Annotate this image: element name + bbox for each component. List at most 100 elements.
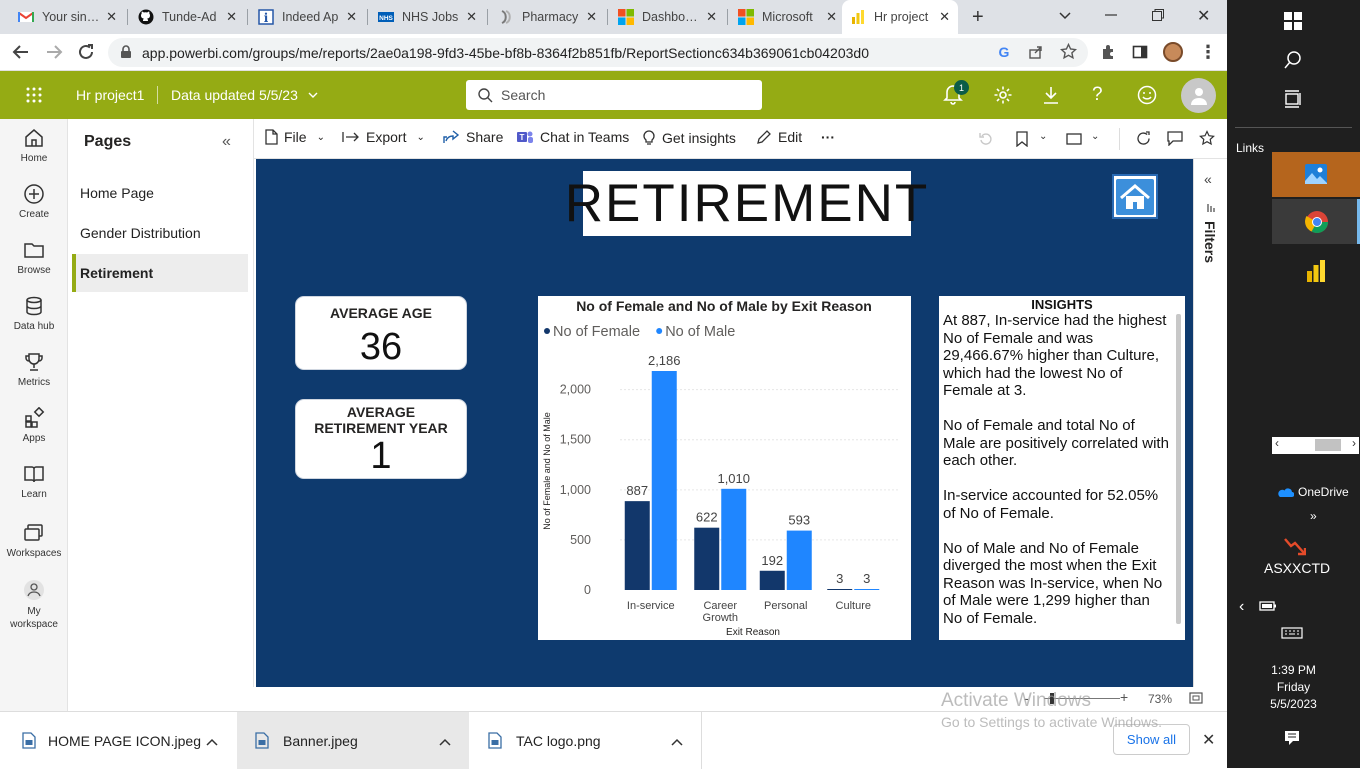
download-icon[interactable] [1042, 85, 1060, 108]
browser-tab-microsoft[interactable]: Microsoft ✕ [730, 0, 845, 34]
tray-expand-icon[interactable]: ‹ [1239, 598, 1244, 616]
close-icon[interactable]: ✕ [939, 9, 950, 25]
bookmark-star-icon[interactable] [1059, 42, 1078, 63]
chevron-double-down-icon[interactable]: » [1310, 509, 1317, 523]
insights-scrollbar[interactable] [1176, 314, 1181, 624]
browser-menu-icon[interactable]: ⋮ [1199, 42, 1217, 63]
taskbar-app-photos[interactable] [1272, 152, 1360, 197]
taskbar-clock[interactable]: 1:39 PM Friday 5/5/2023 [1227, 662, 1360, 713]
windows-search-icon[interactable] [1284, 51, 1302, 72]
minimize-icon[interactable] [1104, 8, 1118, 25]
url-field[interactable]: app.powerbi.com/groups/me/reports/2ae0a1… [108, 38, 1088, 67]
get-insights-button[interactable]: Get insights [642, 129, 736, 146]
lock-icon[interactable] [120, 45, 132, 62]
battery-icon[interactable] [1259, 600, 1277, 615]
close-icon[interactable]: ✕ [586, 9, 597, 25]
app-launcher-icon[interactable] [25, 86, 43, 107]
share-button[interactable]: Share [442, 129, 503, 145]
page-item-gender-distribution[interactable]: Gender Distribution [72, 214, 248, 252]
file-menu[interactable]: File ⌄ [264, 129, 325, 145]
chevron-up-icon[interactable] [206, 733, 218, 749]
back-icon[interactable] [12, 43, 30, 64]
chat-in-teams-button[interactable]: T Chat in Teams [516, 129, 629, 145]
reload-icon[interactable] [77, 43, 95, 64]
download-item[interactable]: HOME PAGE ICON.jpeg [0, 712, 236, 769]
forward-icon[interactable] [45, 43, 63, 64]
bookmark-icon[interactable] [1016, 131, 1028, 150]
scroll-thumb[interactable] [1315, 439, 1341, 451]
tab-search-icon[interactable] [1058, 8, 1072, 25]
home-page-button[interactable] [1112, 174, 1158, 219]
action-center-icon[interactable] [1284, 730, 1300, 749]
download-item[interactable]: TAC logo.png [470, 712, 702, 769]
browser-tab-gmail[interactable]: Your single ✕ [10, 0, 125, 34]
share-page-icon[interactable] [1028, 44, 1044, 63]
nav-data-hub[interactable]: Data hub [0, 295, 68, 332]
report-name[interactable]: Hr project1 [76, 87, 144, 103]
restore-icon[interactable] [1151, 8, 1165, 25]
close-icon[interactable]: ✕ [226, 9, 237, 25]
reset-icon[interactable] [979, 132, 993, 149]
nav-my-workspace[interactable]: My workspace [0, 579, 68, 631]
nav-workspaces[interactable]: Workspaces [0, 522, 68, 559]
onedrive-tray[interactable]: OneDrive [1276, 485, 1349, 499]
settings-gear-icon[interactable] [993, 85, 1013, 108]
taskbar-app-powerbi[interactable] [1306, 259, 1326, 286]
comment-icon[interactable] [1167, 131, 1183, 149]
sidepanel-icon[interactable] [1132, 44, 1148, 63]
close-icon[interactable]: ✕ [706, 9, 717, 25]
favorite-star-icon[interactable] [1199, 130, 1215, 149]
chevron-up-icon[interactable] [439, 733, 451, 749]
export-menu[interactable]: Export ⌄ [342, 129, 425, 145]
nav-create[interactable]: Create [0, 183, 68, 220]
search-input[interactable]: Search [466, 80, 762, 110]
nav-metrics[interactable]: Metrics [0, 351, 68, 388]
refresh-icon[interactable] [1136, 131, 1151, 149]
close-icon[interactable]: ✕ [466, 9, 477, 25]
stock-ticker[interactable]: ASXXCTD [1264, 560, 1330, 576]
feedback-smiley-icon[interactable] [1137, 85, 1157, 108]
expand-filters-icon[interactable]: « [1204, 171, 1212, 187]
fit-page-icon[interactable] [1189, 692, 1203, 707]
help-icon[interactable]: ? [1092, 84, 1103, 106]
close-icon[interactable]: ✕ [826, 9, 837, 25]
chevron-up-icon[interactable] [671, 733, 683, 749]
nav-browse[interactable]: Browse [0, 239, 68, 276]
extensions-icon[interactable] [1100, 43, 1117, 63]
browser-tab-nhs[interactable]: NHS NHS Jobs ✕ [370, 0, 485, 34]
exit-reason-chart[interactable]: No of Female and No of Male by Exit Reas… [538, 296, 911, 640]
browser-tab-indeed[interactable]: i Indeed Ap ✕ [250, 0, 365, 34]
chevron-down-icon[interactable]: ⌄ [1039, 131, 1047, 142]
collapse-pages-icon[interactable]: « [222, 133, 231, 151]
links-scrollbar[interactable]: ‹ › [1272, 436, 1359, 454]
taskbar-app-chrome[interactable] [1272, 199, 1360, 244]
scroll-right-icon[interactable]: › [1352, 436, 1356, 450]
close-download-bar-icon[interactable]: ✕ [1202, 730, 1215, 750]
task-view-icon[interactable] [1284, 90, 1302, 111]
page-item-retirement[interactable]: Retirement [72, 254, 248, 292]
data-updated-dropdown[interactable]: Data updated 5/5/23 [171, 87, 318, 103]
edit-button[interactable]: Edit [756, 129, 802, 145]
chevron-down-icon[interactable]: ⌄ [1091, 131, 1099, 142]
page-item-home[interactable]: Home Page [72, 174, 248, 212]
filters-pane[interactable]: « Filters [1193, 159, 1227, 687]
close-icon[interactable]: ✕ [346, 9, 357, 25]
windows-start-icon[interactable] [1284, 12, 1302, 33]
browser-tab-github[interactable]: Tunde-Ad ✕ [130, 0, 245, 34]
more-options-button[interactable]: ··· [821, 129, 835, 145]
nav-learn[interactable]: Learn [0, 463, 68, 500]
google-icon[interactable]: G [996, 44, 1012, 63]
browser-tab-pharmacy[interactable]: Pharmacy ✕ [490, 0, 605, 34]
download-item[interactable]: Banner.jpeg [237, 712, 469, 769]
user-avatar[interactable] [1181, 78, 1216, 113]
browser-tab-dashboard[interactable]: Dashboard ✕ [610, 0, 725, 34]
view-icon[interactable] [1066, 133, 1082, 148]
keyboard-icon[interactable] [1281, 627, 1303, 642]
browser-tab-hr-project[interactable]: Hr project ✕ [842, 0, 958, 34]
nav-home[interactable]: Home [0, 127, 68, 164]
close-window-icon[interactable]: ✕ [1197, 6, 1210, 26]
zoom-in-button[interactable]: + [1120, 689, 1128, 705]
scroll-left-icon[interactable]: ‹ [1275, 436, 1279, 450]
profile-avatar[interactable] [1163, 42, 1183, 62]
close-icon[interactable]: ✕ [106, 9, 117, 25]
